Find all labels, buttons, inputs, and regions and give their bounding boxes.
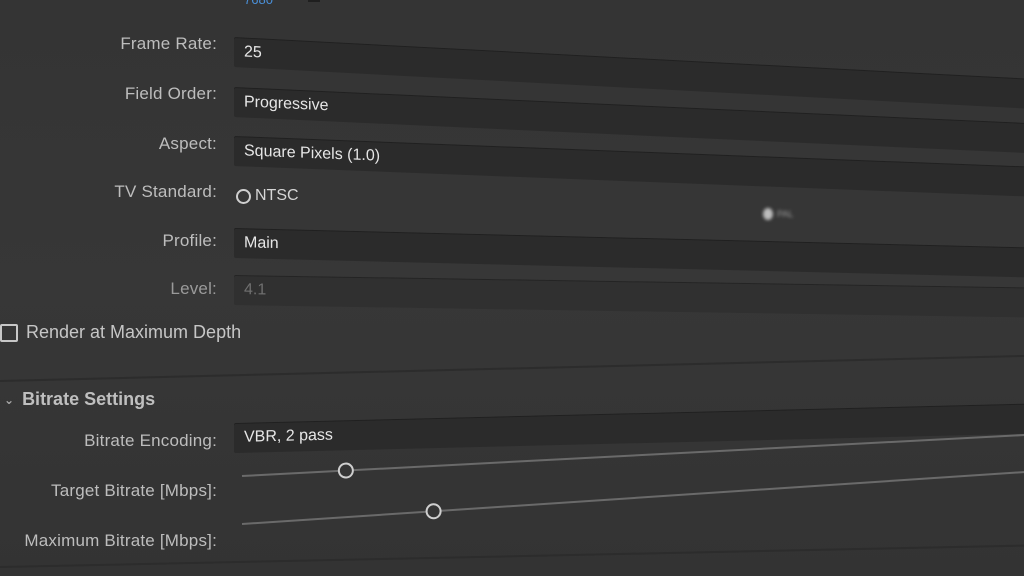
profile-label: Profile: xyxy=(162,231,217,250)
checkbox-unchecked-icon xyxy=(0,323,18,342)
render-max-depth-label: Render at Maximum Depth xyxy=(26,322,242,342)
radio-unselected-icon xyxy=(236,188,251,204)
bitrate-settings-title: Bitrate Settings xyxy=(22,389,156,409)
profile-dropdown[interactable]: Main xyxy=(234,228,1024,278)
level-label: Level: xyxy=(170,279,217,298)
maximum-bitrate-track xyxy=(241,469,1024,525)
aspect-value: Square Pixels (1.0) xyxy=(244,142,381,165)
render-max-depth-checkbox[interactable]: Render at Maximum Depth xyxy=(0,322,241,343)
tv-standard-pal-radio[interactable]: PAL xyxy=(763,208,793,220)
bitrate-settings-header[interactable]: ⌄ Bitrate Settings xyxy=(4,389,155,410)
section-divider xyxy=(0,354,1024,382)
target-bitrate-thumb[interactable] xyxy=(337,462,355,479)
cutoff-value-text: 7680 xyxy=(244,0,273,7)
pal-label: PAL xyxy=(777,209,794,219)
profile-value: Main xyxy=(244,234,279,253)
level-dropdown: 4.1 xyxy=(234,275,1024,318)
ntsc-label: NTSC xyxy=(255,187,299,204)
maximum-bitrate-label: Maximum Bitrate [Mbps]: xyxy=(24,531,217,550)
tv-standard-label: TV Standard: xyxy=(114,182,217,201)
frame-rate-value: 25 xyxy=(244,43,262,62)
radio-selected-icon xyxy=(763,208,773,220)
chevron-down-icon: ⌄ xyxy=(4,392,15,407)
field-order-value: Progressive xyxy=(244,93,329,115)
bitrate-encoding-label: Bitrate Encoding: xyxy=(84,431,217,450)
aspect-label: Aspect: xyxy=(158,134,217,153)
frame-rate-label: Frame Rate: xyxy=(120,34,217,53)
bitrate-encoding-value: VBR, 2 pass xyxy=(244,426,333,446)
target-bitrate-label: Target Bitrate [Mbps]: xyxy=(51,481,217,500)
level-value: 4.1 xyxy=(244,281,267,299)
maximum-bitrate-thumb[interactable] xyxy=(425,502,443,520)
tv-standard-ntsc-radio[interactable]: NTSC xyxy=(236,187,299,205)
cutoff-link-icon[interactable] xyxy=(308,0,320,2)
export-settings-panel: 7680 Frame Rate: 25 Field Order: Progres… xyxy=(0,0,1024,576)
field-order-label: Field Order: xyxy=(124,84,217,103)
